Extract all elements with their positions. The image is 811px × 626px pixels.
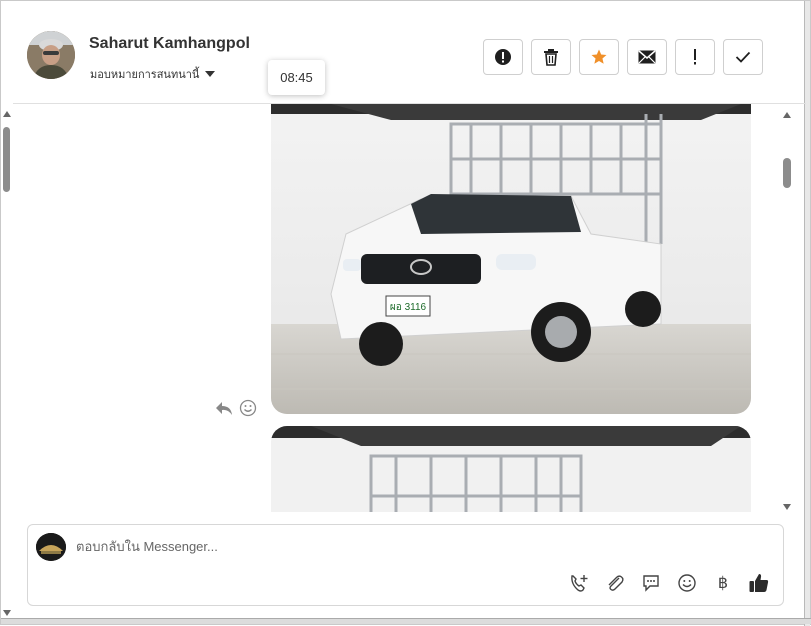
scroll-up-arrow-icon[interactable]	[783, 112, 791, 118]
scroll-up-arrow-icon[interactable]	[3, 111, 11, 117]
timestamp-tooltip: 08:45	[268, 60, 325, 95]
reply-input[interactable]	[76, 539, 576, 554]
like-button[interactable]	[747, 571, 771, 595]
saved-replies-button[interactable]	[639, 571, 663, 595]
follow-up-button[interactable]	[675, 39, 715, 75]
envelope-icon	[638, 50, 656, 64]
attach-button[interactable]	[603, 571, 627, 595]
license-plate: ผอ 3116	[390, 302, 427, 313]
paperclip-icon	[608, 575, 624, 591]
message-actions	[215, 399, 257, 417]
emoji-icon	[678, 574, 696, 592]
exclamation-icon	[694, 49, 696, 65]
message-image[interactable]	[271, 426, 751, 512]
avatar[interactable]	[27, 31, 75, 79]
header-actions	[483, 39, 763, 75]
emoji-button[interactable]	[675, 571, 699, 595]
scroll-thumb[interactable]	[783, 158, 791, 188]
reply-icon[interactable]	[215, 400, 233, 416]
conversation-header: Saharut Kamhangpol มอบหมายการสนทนานี้	[13, 9, 806, 104]
add-call-button[interactable]	[567, 571, 591, 595]
scroll-thumb[interactable]	[3, 127, 10, 192]
add-call-icon	[571, 575, 588, 592]
message-thread: ผอ 3116	[13, 104, 798, 512]
star-icon	[591, 49, 607, 64]
mark-unread-button[interactable]	[627, 39, 667, 75]
assign-conversation-dropdown[interactable]: มอบหมายการสนทนานี้	[90, 65, 216, 83]
smiley-icon[interactable]	[239, 399, 257, 417]
outer-scrollbar[interactable]	[1, 111, 13, 616]
delete-button[interactable]	[531, 39, 571, 75]
caret-down-icon	[205, 71, 216, 77]
message-image[interactable]: ผอ 3116	[271, 104, 751, 414]
mark-done-button[interactable]	[723, 39, 763, 75]
payment-button[interactable]: ฿	[711, 571, 735, 595]
report-spam-button[interactable]	[483, 39, 523, 75]
contact-name[interactable]: Saharut Kamhangpol	[89, 35, 250, 53]
messages-scrollbar[interactable]	[782, 112, 792, 512]
saved-reply-icon	[643, 575, 659, 592]
window-edge-bottom	[1, 618, 811, 624]
star-button[interactable]	[579, 39, 619, 75]
assign-label: มอบหมายการสนทนานี้	[90, 69, 200, 81]
scroll-down-arrow-icon[interactable]	[783, 504, 791, 510]
exclamation-circle-icon	[495, 49, 511, 65]
trash-icon	[544, 49, 558, 66]
page-avatar	[36, 533, 66, 561]
composer-tools: ฿	[567, 571, 771, 595]
baht-icon: ฿	[717, 575, 729, 592]
check-icon	[735, 51, 751, 63]
scroll-down-arrow-icon[interactable]	[3, 610, 11, 616]
thumbs-up-icon	[749, 574, 769, 592]
inbox-window: Saharut Kamhangpol มอบหมายการสนทนานี้ 08…	[0, 0, 811, 626]
reply-composer: ฿	[27, 524, 784, 606]
